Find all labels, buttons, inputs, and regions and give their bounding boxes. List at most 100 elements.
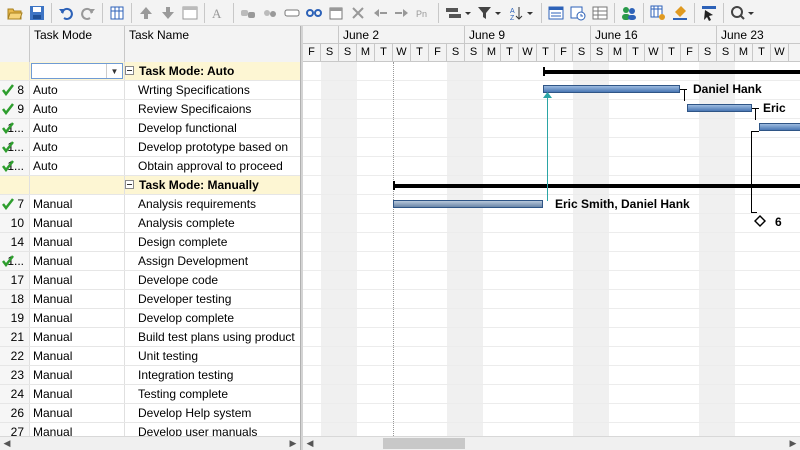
scroll-left-icon[interactable]: ◀ — [0, 437, 14, 450]
task-name-cell[interactable]: Build test plans using product — [125, 328, 300, 346]
task-name-cell[interactable]: Assign Development — [125, 252, 300, 270]
task-name-cell[interactable]: Develope code — [125, 271, 300, 289]
row-id-cell[interactable]: 8 — [0, 81, 30, 99]
font-icon[interactable]: A — [208, 2, 230, 24]
row-id-cell[interactable]: 17 — [0, 271, 30, 289]
row-id-cell[interactable] — [0, 176, 30, 194]
task-mode-cell[interactable]: Manual — [30, 252, 125, 270]
chevron-down-icon[interactable]: ▼ — [106, 64, 122, 78]
task-row[interactable]: 1... Auto Develop functional — [0, 119, 300, 138]
task-row[interactable]: 21 Manual Build test plans using product — [0, 328, 300, 347]
task-row[interactable]: 22 Manual Unit testing — [0, 347, 300, 366]
task-name-cell[interactable]: Unit testing — [125, 347, 300, 365]
sort-icon[interactable]: AZ — [506, 2, 538, 24]
task-bar-8[interactable] — [543, 85, 680, 93]
row-id-cell[interactable]: 19 — [0, 309, 30, 327]
task-row[interactable]: 23 Manual Integration testing — [0, 366, 300, 385]
task-name-cell[interactable]: Develop Help system — [125, 404, 300, 422]
undo-icon[interactable] — [55, 2, 77, 24]
outdent-icon[interactable] — [369, 2, 391, 24]
task-name-cell[interactable]: Analysis complete — [125, 214, 300, 232]
row-id-cell[interactable]: 14 — [0, 233, 30, 251]
task-name-cell[interactable]: Review Specificaions — [125, 100, 300, 118]
row-id-cell[interactable]: 9 — [0, 100, 30, 118]
columns-icon[interactable] — [106, 2, 128, 24]
task-row[interactable]: 1... Auto Obtain approval to proceed — [0, 157, 300, 176]
open-folder-icon[interactable] — [4, 2, 26, 24]
row-id-cell[interactable]: 23 — [0, 366, 30, 384]
task-name-cell[interactable]: Develop functional — [125, 119, 300, 137]
indent-icon[interactable] — [391, 2, 413, 24]
row-id-cell[interactable] — [0, 62, 30, 80]
task-mode-cell[interactable]: Auto — [30, 138, 125, 156]
chain-icon[interactable] — [303, 2, 325, 24]
row-id-cell[interactable]: 22 — [0, 347, 30, 365]
task-mode-cell[interactable]: Manual — [30, 404, 125, 422]
summary-row[interactable]: Task Mode: Manually — [0, 176, 300, 195]
row-id-cell[interactable]: 7 — [0, 195, 30, 213]
column-header-task-name[interactable]: Task Name — [125, 26, 300, 62]
delete-icon[interactable] — [347, 2, 369, 24]
pointer-icon[interactable] — [698, 2, 720, 24]
row-id-cell[interactable]: 26 — [0, 404, 30, 422]
row-id-cell[interactable]: 1... — [0, 157, 30, 175]
task-mode-dropdown[interactable]: ▼ — [31, 63, 123, 79]
task-row[interactable]: 9 Auto Review Specificaions — [0, 100, 300, 119]
gantt-horizontal-scrollbar[interactable]: ◀ ▶ — [303, 436, 800, 450]
grid-horizontal-scrollbar[interactable]: ◀ ▶ — [0, 436, 300, 450]
task-row[interactable]: 8 Auto Wrting Specifications — [0, 81, 300, 100]
task-row[interactable]: 19 Manual Develop complete — [0, 309, 300, 328]
save-icon[interactable] — [26, 2, 48, 24]
task-mode-cell[interactable]: Manual — [30, 366, 125, 384]
filter-icon[interactable] — [474, 2, 506, 24]
row-id-cell[interactable]: 21 — [0, 328, 30, 346]
summary-bar-manual[interactable] — [394, 184, 800, 188]
scroll-right-icon[interactable]: ▶ — [286, 437, 300, 450]
calendar-icon[interactable] — [325, 2, 347, 24]
task-mode-cell[interactable]: Manual — [30, 309, 125, 327]
column-header-task-mode[interactable]: Task Mode — [30, 26, 125, 62]
row-id-cell[interactable]: 1... — [0, 252, 30, 270]
task-row[interactable]: 17 Manual Develope code — [0, 271, 300, 290]
task-mode-cell[interactable]: Manual — [30, 423, 125, 436]
search-icon[interactable] — [727, 2, 759, 24]
task-name-cell[interactable]: Obtain approval to proceed — [125, 157, 300, 175]
summary-row[interactable]: ▼ Task Mode: Auto — [0, 62, 300, 81]
task-row[interactable]: 27 Manual Develop user manuals — [0, 423, 300, 436]
task-row[interactable]: 1... Manual Assign Development — [0, 252, 300, 271]
scrollbar-thumb[interactable] — [383, 438, 465, 449]
task-name-cell[interactable]: Developer testing — [125, 290, 300, 308]
scroll-right-icon[interactable]: ▶ — [786, 437, 800, 450]
task-mode-cell[interactable]: Auto — [30, 119, 125, 137]
row-id-cell[interactable]: 24 — [0, 385, 30, 403]
task-name-cell[interactable]: Develop prototype based on — [125, 138, 300, 156]
task-bar-develop-functional[interactable] — [759, 123, 800, 131]
task-name-cell[interactable]: Wrting Specifications — [125, 81, 300, 99]
task-mode-cell[interactable]: Manual — [30, 385, 125, 403]
task-mode-cell[interactable] — [30, 176, 125, 194]
move-up-icon[interactable] — [135, 2, 157, 24]
progress-icon[interactable]: Pn — [413, 2, 435, 24]
task-name-cell[interactable]: Integration testing — [125, 366, 300, 384]
task-name-cell[interactable]: Task Mode: Auto — [125, 62, 300, 80]
task-mode-cell[interactable]: Manual — [30, 195, 125, 213]
summary-bar-auto[interactable] — [544, 70, 800, 74]
row-id-cell[interactable]: 27 — [0, 423, 30, 436]
task-row[interactable]: 7 Manual Analysis requirements — [0, 195, 300, 214]
row-id-cell[interactable]: 1... — [0, 119, 30, 137]
calendar-settings-icon[interactable] — [647, 2, 669, 24]
task-mode-cell[interactable]: Manual — [30, 271, 125, 289]
task-name-cell[interactable]: Testing complete — [125, 385, 300, 403]
task-bar-9[interactable] — [687, 104, 752, 112]
task-name-cell[interactable]: Task Mode: Manually — [125, 176, 300, 194]
unlink-icon[interactable] — [259, 2, 281, 24]
task-mode-cell[interactable]: Manual — [30, 214, 125, 232]
move-down-icon[interactable] — [157, 2, 179, 24]
task-row[interactable]: 14 Manual Design complete — [0, 233, 300, 252]
milestone-diamond-icon[interactable] — [754, 215, 766, 227]
task-row[interactable]: 10 Manual Analysis complete — [0, 214, 300, 233]
task-mode-cell[interactable]: Auto — [30, 81, 125, 99]
row-id-cell[interactable]: 1... — [0, 138, 30, 156]
highlight-icon[interactable] — [669, 2, 691, 24]
task-name-cell[interactable]: Develop user manuals — [125, 423, 300, 436]
